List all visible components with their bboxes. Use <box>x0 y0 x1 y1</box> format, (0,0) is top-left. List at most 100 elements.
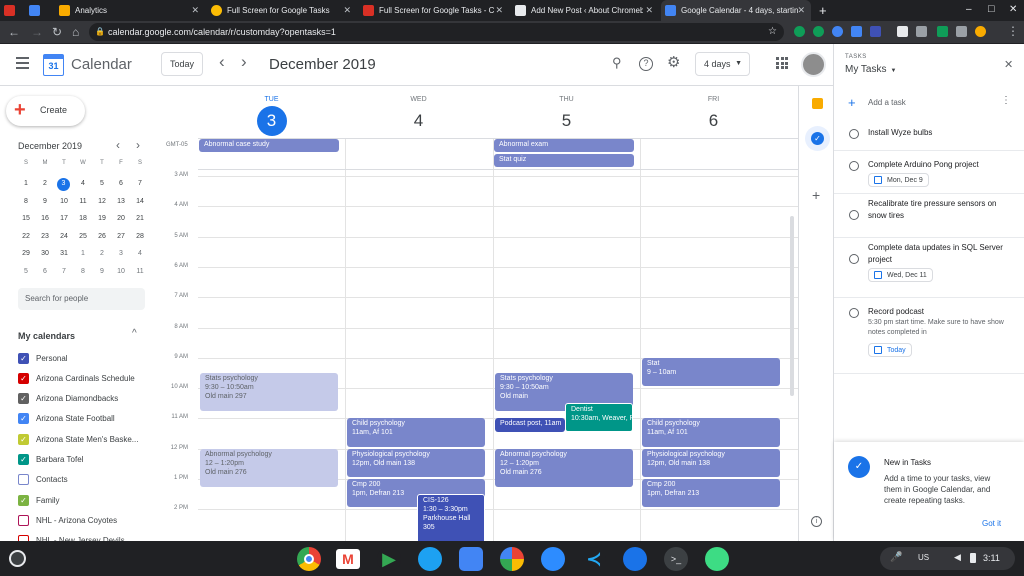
checkbox-icon[interactable]: ✓ <box>18 454 29 465</box>
extension-icon[interactable] <box>851 26 862 37</box>
mini-calendar-next-button[interactable]: › <box>136 138 140 152</box>
next-period-button[interactable]: › <box>241 52 247 72</box>
tasks-rail-button[interactable]: ✓ <box>805 126 830 151</box>
mini-calendar-day[interactable]: 7 <box>56 266 72 278</box>
mini-calendar-day[interactable]: 1 <box>18 178 34 190</box>
checkbox-icon[interactable]: ✓ <box>18 494 29 506</box>
calendar-list-item[interactable]: NHL - Arizona Coyotes <box>18 513 117 527</box>
all-day-event[interactable]: Abnormal exam <box>494 139 634 152</box>
day-number[interactable]: 3 <box>256 106 287 136</box>
mini-calendar-day[interactable]: 8 <box>75 266 91 278</box>
mini-calendar-day[interactable]: 31 <box>56 248 72 260</box>
extension-icon[interactable] <box>975 26 986 37</box>
search-people-input[interactable]: Search for people <box>18 288 145 310</box>
mini-calendar-day[interactable]: 9 <box>37 196 53 208</box>
close-window-button[interactable]: ✕ <box>1009 4 1017 15</box>
mini-calendar-day[interactable]: 5 <box>94 178 110 190</box>
today-button[interactable]: Today <box>161 52 203 76</box>
calendar-event[interactable]: Stat 9 – 10am <box>642 357 780 387</box>
got-it-button[interactable]: Got it <box>982 519 1001 528</box>
mini-calendar-day[interactable]: 13 <box>113 196 129 208</box>
day-number[interactable]: 5 <box>552 106 582 136</box>
mini-calendar-day[interactable]: 2 <box>94 248 110 260</box>
task-item[interactable]: Complete Arduino Pong project Mon, Dec 9 <box>834 151 1024 194</box>
close-tab-icon[interactable]: ✕ <box>343 5 351 16</box>
checkbox-icon[interactable]: ✓ <box>18 372 29 384</box>
bookmark-star-icon[interactable]: ☆ <box>768 23 777 41</box>
play-store-app-icon[interactable]: ▶ <box>377 547 401 571</box>
mini-calendar-day[interactable]: 12 <box>94 196 110 208</box>
task-item[interactable]: Recalibrate tire pressure sensors on sno… <box>834 194 1024 238</box>
chrome-app-icon[interactable] <box>297 547 321 571</box>
mini-calendar-day[interactable]: 19 <box>94 213 110 225</box>
mini-calendar-day[interactable]: 8 <box>18 196 34 208</box>
gmail-app-icon[interactable]: M <box>336 549 360 569</box>
task-date-chip[interactable]: Mon, Dec 9 <box>868 173 929 187</box>
close-tab-icon[interactable]: ✕ <box>495 5 503 16</box>
mini-calendar-day[interactable]: 14 <box>132 196 148 208</box>
calendar-event[interactable]: Child psychology 11am, Af 101 <box>347 418 485 447</box>
add-task-button[interactable]: Add a task <box>868 98 906 107</box>
mini-calendar-day[interactable]: 17 <box>56 213 72 225</box>
add-addon-icon[interactable]: + <box>812 187 820 203</box>
task-date-chip[interactable]: Wed, Dec 11 <box>868 268 933 282</box>
close-tab-icon[interactable]: ✕ <box>191 5 199 16</box>
previous-period-button[interactable]: ‹ <box>219 52 225 72</box>
forward-icon[interactable]: → <box>31 25 43 39</box>
reload-icon[interactable]: ↻ <box>52 25 62 39</box>
mini-calendar-day[interactable]: 6 <box>113 178 129 190</box>
apps-grid-icon[interactable] <box>776 57 788 69</box>
checkbox-icon[interactable]: ✓ <box>18 413 29 425</box>
mini-calendar-day[interactable]: 15 <box>18 213 34 225</box>
mini-calendar-day[interactable]: 21 <box>132 213 148 225</box>
mini-calendar-day[interactable]: 20 <box>113 213 129 225</box>
checkbox-icon[interactable] <box>18 514 29 526</box>
day-number[interactable]: 6 <box>699 106 729 136</box>
task-complete-checkbox[interactable] <box>849 129 859 139</box>
browser-menu-icon[interactable]: ⋮ <box>1007 24 1019 38</box>
checkbox-icon[interactable]: ✓ <box>18 393 29 405</box>
all-day-event[interactable]: Abnormal case study <box>199 139 339 152</box>
task-complete-checkbox[interactable] <box>849 210 859 220</box>
mini-calendar-day[interactable]: 30 <box>37 248 53 260</box>
mini-calendar-day[interactable]: 7 <box>132 178 148 190</box>
settings-gear-icon[interactable]: ⚙ <box>667 53 680 71</box>
mini-calendar-day[interactable]: 5 <box>18 266 34 278</box>
info-icon[interactable]: i <box>811 516 822 527</box>
mini-calendar-day[interactable]: 16 <box>37 213 53 225</box>
browser-tab[interactable] <box>0 0 25 21</box>
browser-tab-active[interactable]: Google Calendar - 4 days, startin ✕ <box>661 0 811 21</box>
mini-calendar-day[interactable]: 10 <box>56 196 72 208</box>
mini-calendar-day[interactable]: 26 <box>94 231 110 243</box>
task-list-selector[interactable]: My Tasks ▼ <box>845 64 896 75</box>
account-avatar[interactable] <box>801 52 826 77</box>
close-tab-icon[interactable]: ✕ <box>645 5 653 16</box>
minimize-button[interactable]: – <box>966 4 972 15</box>
new-tab-button[interactable]: + <box>819 3 827 18</box>
browser-tab[interactable]: Full Screen for Google Tasks - Ch ✕ <box>359 0 509 21</box>
extension-icon[interactable] <box>956 26 967 37</box>
task-item[interactable]: Record podcast 5:30 pm start time. Make s… <box>834 298 1024 374</box>
extension-icon[interactable] <box>832 26 843 37</box>
create-button[interactable]: + Create <box>6 96 85 126</box>
mini-calendar-day[interactable]: 23 <box>37 231 53 243</box>
calendar-event[interactable]: Dentist 10:30am, Weaver, R <box>565 403 633 432</box>
task-complete-checkbox[interactable] <box>849 254 859 264</box>
mini-calendar-prev-button[interactable]: ‹ <box>116 138 120 152</box>
mini-calendar-day[interactable]: 29 <box>18 248 34 260</box>
mini-calendar-day[interactable]: 25 <box>75 231 91 243</box>
mini-calendar-day[interactable]: 11 <box>75 196 91 208</box>
task-date-chip[interactable]: Today <box>868 343 912 357</box>
calendar-list-item[interactable]: ✓ Arizona Cardinals Schedule <box>18 371 135 385</box>
add-task-icon[interactable]: + <box>848 95 856 110</box>
task-complete-checkbox[interactable] <box>849 161 859 171</box>
mini-calendar-day[interactable]: 24 <box>56 231 72 243</box>
mini-calendar-day[interactable]: 9 <box>94 266 110 278</box>
main-menu-icon[interactable] <box>16 57 29 69</box>
task-complete-checkbox[interactable] <box>849 308 859 318</box>
extension-icon[interactable] <box>813 26 824 37</box>
calendar-event[interactable]: CIS-126 1:30 – 3:30pm Parkhouse Hall 305 <box>417 494 485 541</box>
chevron-up-icon[interactable]: ^ <box>132 328 137 339</box>
calendar-list-item[interactable]: ✓ Arizona Diamondbacks <box>18 392 118 406</box>
grid-scrollbar[interactable] <box>790 216 794 396</box>
